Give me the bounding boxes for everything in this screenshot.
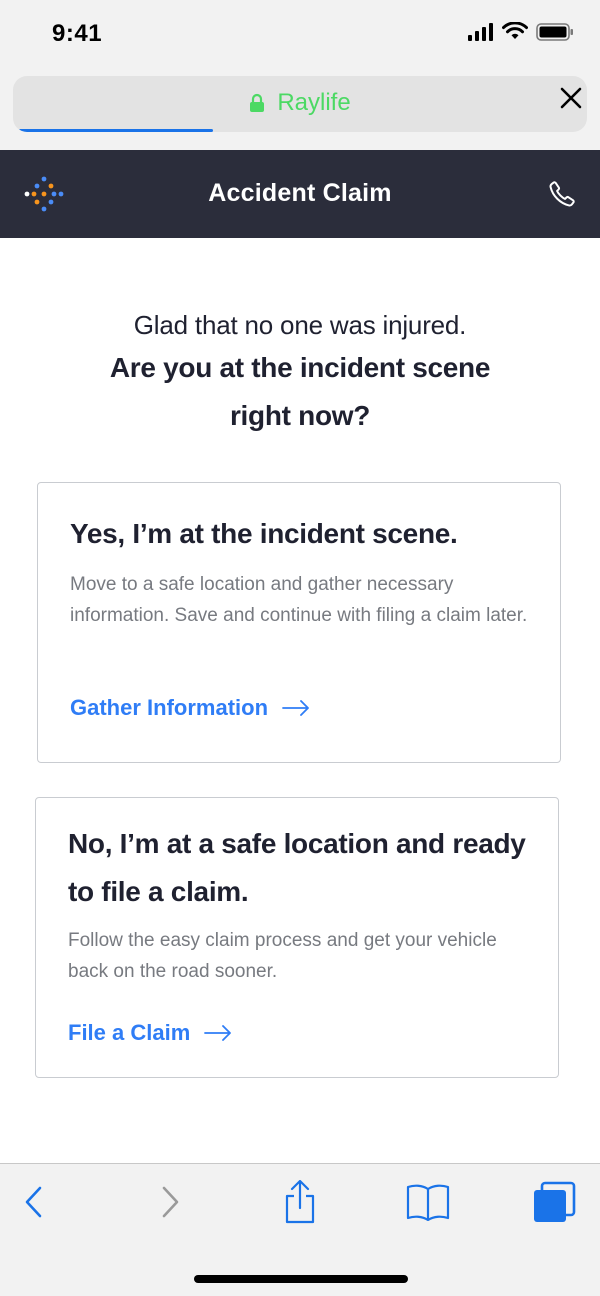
page-load-progress bbox=[19, 129, 213, 132]
card-title: Yes, I’m at the incident scene. bbox=[70, 518, 458, 549]
question-block: Glad that no one was injured. Are you at… bbox=[0, 306, 600, 440]
link-label: File a Claim bbox=[68, 1020, 191, 1045]
tabs-button[interactable] bbox=[530, 1180, 578, 1224]
share-icon bbox=[285, 1180, 315, 1224]
gather-information-link[interactable]: Gather Information bbox=[70, 695, 310, 721]
battery-icon bbox=[536, 22, 573, 41]
home-indicator bbox=[194, 1275, 408, 1283]
question-title-line-2: right now? bbox=[229, 400, 371, 431]
forward-icon bbox=[162, 1186, 179, 1218]
arrow-right-icon bbox=[282, 700, 309, 716]
url-field[interactable]: Raylife bbox=[13, 76, 587, 132]
option-card-at-scene[interactable]: Yes, I’m at the incident scene. Move to … bbox=[37, 482, 561, 763]
close-icon bbox=[560, 87, 582, 109]
cellular-signal-icon bbox=[468, 22, 493, 41]
bookmarks-button[interactable] bbox=[404, 1180, 452, 1224]
url-display[interactable]: Raylife bbox=[13, 89, 587, 117]
card-title: No, I’m at a safe location and ready to … bbox=[68, 828, 526, 907]
share-button[interactable] bbox=[276, 1180, 324, 1224]
card-description: Follow the easy claim process and get yo… bbox=[68, 930, 497, 982]
close-button[interactable] bbox=[556, 83, 586, 113]
status-time: 9:41 bbox=[52, 20, 103, 47]
forward-button[interactable] bbox=[146, 1180, 194, 1224]
header-title: Accident Claim bbox=[208, 179, 392, 207]
app-header: Accident Claim bbox=[0, 150, 600, 238]
card-description: Move to a safe location and gather neces… bbox=[70, 574, 528, 626]
back-icon bbox=[25, 1186, 42, 1218]
browser-bar: Raylife bbox=[0, 70, 600, 150]
arrow-right-icon bbox=[204, 1025, 232, 1041]
question-intro: Glad that no one was injured. bbox=[133, 310, 467, 340]
lock-icon bbox=[250, 93, 265, 112]
wifi-icon bbox=[502, 22, 528, 39]
url-text: Raylife bbox=[277, 89, 351, 116]
question-title-line-1: Are you at the incident scene bbox=[109, 352, 491, 383]
status-bar: 9:41 bbox=[0, 0, 600, 70]
status-icons bbox=[468, 22, 574, 41]
tabs-icon bbox=[534, 1181, 576, 1222]
call-button[interactable] bbox=[548, 180, 576, 208]
back-button[interactable] bbox=[10, 1180, 58, 1224]
option-card-safe-location[interactable]: No, I’m at a safe location and ready to … bbox=[35, 797, 559, 1078]
bookmarks-icon bbox=[406, 1184, 450, 1221]
phone-icon bbox=[549, 181, 575, 207]
link-label: Gather Information bbox=[70, 695, 269, 720]
file-a-claim-link[interactable]: File a Claim bbox=[68, 1020, 232, 1046]
